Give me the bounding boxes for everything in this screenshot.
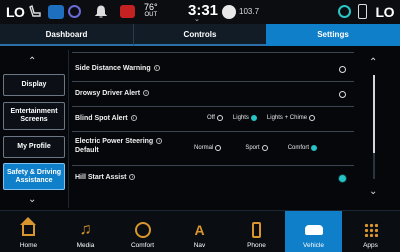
category-safety-driving-assistance[interactable]: Safety & Driving Assistance [3, 163, 65, 190]
nav-vehicle[interactable]: Vehicle [285, 211, 342, 252]
side-distance-warning-toggle[interactable] [339, 66, 346, 73]
hill-start-assist-toggle[interactable] [339, 175, 346, 182]
panel-divider [68, 50, 69, 208]
blind-spot-alert-options: Off Lights Lights + Chime [197, 115, 316, 121]
setting-row-electric-power-steering: Electric Power Steering i Default Normal … [72, 132, 354, 166]
phone-icon[interactable] [358, 4, 367, 19]
brand-logo-right: LO [375, 4, 395, 20]
option-label: Comfort [287, 145, 310, 151]
setting-label-line1: Electric Power Steering [75, 138, 154, 145]
info-icon[interactable]: i [130, 115, 137, 121]
home-icon [20, 216, 36, 239]
nav-label: Phone [247, 242, 266, 249]
option-comfort[interactable]: Comfort [287, 145, 318, 151]
radio-frequency[interactable]: 103.7 [239, 7, 259, 16]
option-lights[interactable]: Lights [233, 115, 257, 121]
setting-label-row: Side Distance Warning i [75, 65, 160, 72]
bell-icon[interactable] [94, 5, 108, 19]
temperature-label: OUT [144, 12, 158, 18]
clock: 3:31 [188, 2, 219, 19]
nav-navigation[interactable]: A Nav [171, 211, 228, 252]
option-label: Lights + Chime [266, 115, 308, 121]
phone-icon [252, 221, 261, 239]
tab-controls[interactable]: Controls [133, 24, 266, 46]
nav-label: Media [76, 242, 95, 249]
setting-label: Side Distance Warning [75, 65, 151, 72]
category-my-profile[interactable]: My Profile [3, 136, 65, 158]
option-off[interactable]: Off [207, 115, 223, 121]
info-icon[interactable]: i [129, 174, 136, 180]
nav-label: Vehicle [303, 242, 324, 249]
option-label: Off [207, 115, 215, 121]
radio-button-selected[interactable] [311, 145, 318, 151]
info-icon[interactable]: i [153, 65, 160, 71]
nav-phone[interactable]: Phone [228, 211, 285, 252]
navigation-arrow-icon: A [194, 222, 205, 238]
comfort-icon [134, 221, 151, 239]
drowsy-driver-alert-toggle[interactable] [339, 91, 346, 98]
scrollbar-thumb[interactable] [373, 75, 375, 153]
radio-button-selected[interactable] [250, 115, 257, 121]
heated-seat-icon[interactable] [48, 5, 64, 19]
nav-media[interactable]: ♫ Media [57, 211, 114, 252]
temperature-value: 76° [144, 2, 158, 12]
setting-row-hill-start-assist[interactable]: Hill Start Assist i [72, 166, 354, 191]
list-scroll-up-icon[interactable]: ⌃ [369, 57, 377, 68]
setting-label-row: Drowsy Driver Alert i [75, 90, 150, 97]
category-entertainment-screens[interactable]: Entertainment Screens [3, 102, 65, 130]
seat-icon[interactable] [28, 5, 42, 19]
app-icon[interactable] [68, 5, 81, 18]
tab-settings[interactable]: Settings [266, 24, 400, 46]
option-label: Lights [232, 115, 249, 121]
setting-label: Drowsy Driver Alert [75, 90, 141, 97]
category-scroll-up-icon[interactable]: ⌃ [28, 56, 36, 67]
setting-label-line2: Default [75, 147, 99, 154]
nav-comfort[interactable]: Comfort [114, 211, 171, 252]
setting-label: Hill Start Assist [75, 174, 127, 181]
radio-button[interactable] [216, 115, 223, 121]
nav-label: Home [19, 242, 38, 249]
radio-button[interactable] [309, 115, 316, 121]
steering-mode-options: Normal Sport Comfort [184, 145, 318, 151]
info-icon[interactable]: i [143, 90, 150, 96]
option-lights-chime[interactable]: Lights + Chime [266, 115, 316, 121]
setting-label: Blind Spot Alert [75, 115, 128, 122]
wifi-icon[interactable] [120, 5, 135, 18]
top-tabs: Dashboard Controls Settings [0, 24, 400, 46]
setting-label-row: Hill Start Assist i [75, 174, 136, 181]
radio-button[interactable] [215, 145, 222, 151]
info-icon[interactable]: i [156, 138, 163, 144]
category-scroll-down-icon[interactable]: ⌄ [28, 194, 36, 205]
nav-label: Nav [193, 242, 206, 249]
radio-icon[interactable] [222, 5, 236, 19]
list-scroll-down-icon[interactable]: ⌄ [369, 186, 377, 197]
nav-home[interactable]: Home [0, 211, 57, 252]
setting-label-row: Blind Spot Alert i [75, 115, 137, 122]
settings-list: Side Distance Warning i Drowsy Driver Ale… [72, 57, 354, 191]
bottom-nav: Home ♫ Media Comfort A Nav Phone Vehicle… [0, 210, 400, 252]
list-top-rule [72, 52, 354, 53]
alexa-icon[interactable] [338, 5, 351, 18]
setting-row-side-distance-warning[interactable]: Side Distance Warning i [72, 57, 354, 82]
option-label: Normal [194, 145, 214, 151]
option-sport[interactable]: Sport [245, 145, 268, 151]
category-display[interactable]: Display [3, 74, 65, 96]
setting-row-drowsy-driver-alert[interactable]: Drowsy Driver Alert i [72, 82, 354, 107]
outside-temperature: 76° OUT [144, 3, 158, 19]
setting-label-row: Electric Power Steering i Default [75, 137, 163, 155]
nav-apps[interactable]: Apps [342, 211, 399, 252]
radio-button[interactable] [261, 145, 268, 151]
nav-label: Apps [363, 242, 378, 249]
brand-logo-left: LO [6, 4, 25, 20]
option-label: Sport [245, 145, 260, 151]
music-note-icon: ♫ [79, 221, 92, 238]
nav-label: Comfort [130, 242, 155, 249]
setting-row-blind-spot-alert: Blind Spot Alert i Off Lights Lights + Ch… [72, 107, 354, 132]
apps-grid-icon [363, 221, 378, 239]
status-bar: LO 76° OUT 3:31 ⌄ 103.7 LO [0, 0, 400, 24]
car-icon [304, 221, 323, 239]
chevron-down-icon[interactable]: ⌄ [194, 15, 200, 23]
option-normal[interactable]: Normal [194, 145, 222, 151]
tab-dashboard[interactable]: Dashboard [0, 24, 133, 46]
